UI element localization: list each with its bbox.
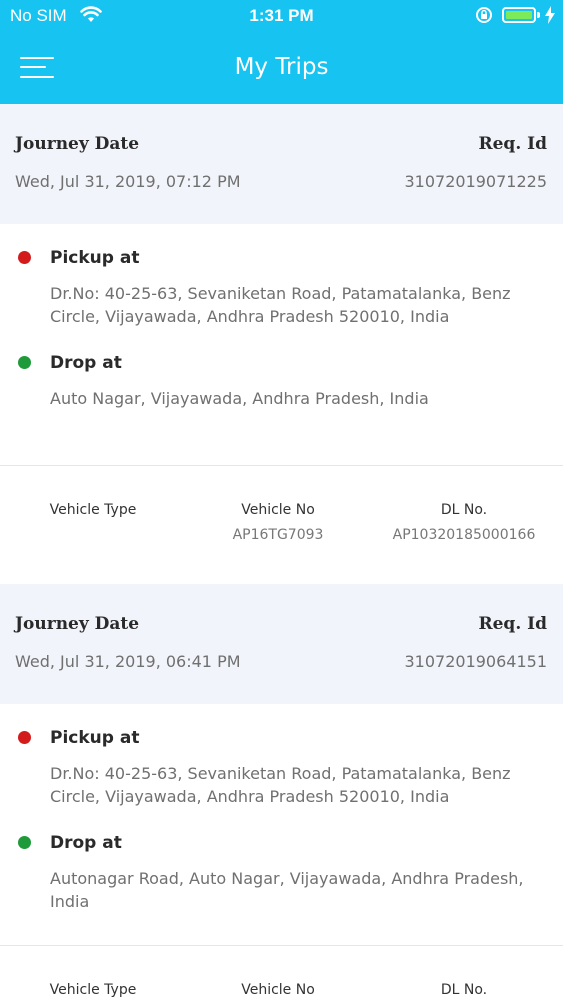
vehicle-type-label: Vehicle Type xyxy=(49,982,137,998)
drop-label: Drop at xyxy=(50,353,122,373)
divider xyxy=(0,945,563,946)
drop-address: Auto Nagar, Vijayawada, Andhra Pradesh, … xyxy=(50,389,429,408)
charging-icon xyxy=(545,6,555,28)
page-title: My Trips xyxy=(234,54,329,80)
pickup-label: Pickup at xyxy=(50,248,140,268)
pickup-dot-icon xyxy=(18,731,31,744)
rotation-lock-icon xyxy=(474,5,494,29)
trip-header: Journey Date Req. Id Wed, Jul 31, 2019, … xyxy=(0,584,563,704)
journey-date-value: Wed, Jul 31, 2019, 07:12 PM xyxy=(15,172,241,191)
app-header: No SIM 1:31 PM My Trips xyxy=(0,0,563,104)
pickup-label: Pickup at xyxy=(50,728,140,748)
req-id-label: Req. Id xyxy=(478,614,547,634)
journey-date-label: Journey Date xyxy=(15,614,140,634)
divider xyxy=(0,465,563,466)
vehicle-no-label: Vehicle No xyxy=(241,502,315,518)
pickup-dot-icon xyxy=(18,251,31,264)
dl-no-value: AP10320185000166 xyxy=(392,527,536,543)
req-id-label: Req. Id xyxy=(478,134,547,154)
vehicle-no-value: AP16TG7093 xyxy=(232,527,324,543)
vehicle-type-column: Vehicle Type xyxy=(0,502,193,527)
drop-dot-icon xyxy=(18,356,31,369)
dl-no-label: DL No. xyxy=(440,502,488,518)
pickup-address: Dr.No: 40-25-63, Sevaniketan Road, Patam… xyxy=(50,284,511,326)
vehicle-no-column: Vehicle No xyxy=(178,982,378,998)
vehicle-no-label: Vehicle No xyxy=(241,982,315,998)
trip-card[interactable]: Journey Date Req. Id Wed, Jul 31, 2019, … xyxy=(0,584,563,1000)
dl-no-column: DL No. AP10320185000166 xyxy=(364,502,563,543)
battery-icon xyxy=(502,7,536,23)
drop-address: Autonagar Road, Auto Nagar, Vijayawada, … xyxy=(50,869,524,911)
dl-no-column: DL No. xyxy=(364,982,563,998)
req-id-value: 31072019071225 xyxy=(404,172,547,191)
trip-header: Journey Date Req. Id Wed, Jul 31, 2019, … xyxy=(0,104,563,224)
vehicle-type-label: Vehicle Type xyxy=(49,502,137,518)
trip-card[interactable]: Journey Date Req. Id Wed, Jul 31, 2019, … xyxy=(0,104,563,584)
drop-label: Drop at xyxy=(50,833,122,853)
drop-dot-icon xyxy=(18,836,31,849)
vehicle-type-column: Vehicle Type xyxy=(0,982,193,998)
status-bar: No SIM 1:31 PM xyxy=(0,0,563,32)
journey-date-value: Wed, Jul 31, 2019, 06:41 PM xyxy=(15,652,241,671)
dl-no-label: DL No. xyxy=(440,982,488,998)
battery-tip xyxy=(537,12,540,18)
journey-date-label: Journey Date xyxy=(15,134,140,154)
pickup-address: Dr.No: 40-25-63, Sevaniketan Road, Patam… xyxy=(50,764,511,806)
vehicle-no-column: Vehicle No AP16TG7093 xyxy=(178,502,378,543)
req-id-value: 31072019064151 xyxy=(404,652,547,671)
